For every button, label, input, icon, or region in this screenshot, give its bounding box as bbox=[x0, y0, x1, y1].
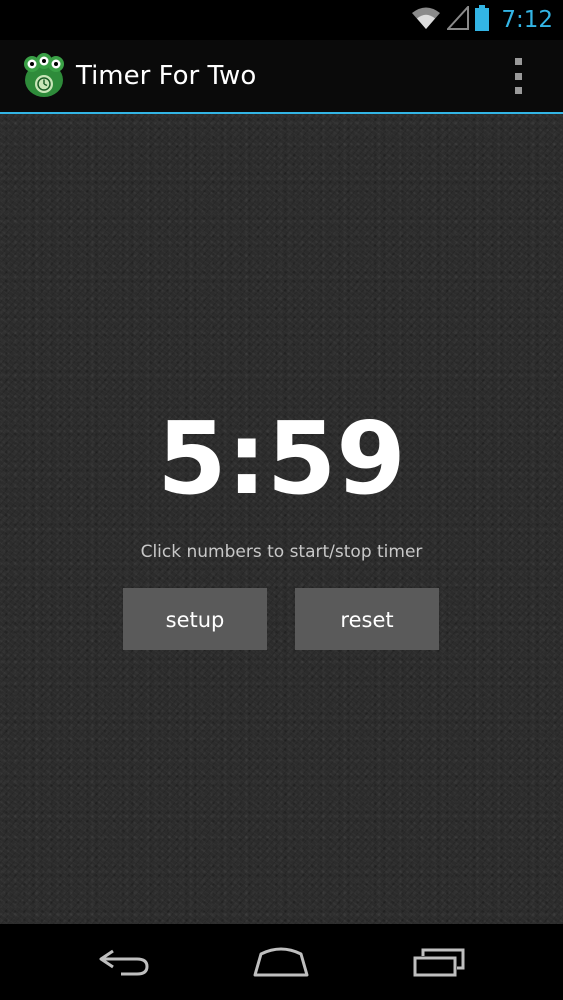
app-title: Timer For Two bbox=[76, 61, 257, 91]
timer-display[interactable]: 5:59 bbox=[0, 404, 563, 514]
back-icon[interactable] bbox=[90, 942, 160, 982]
wifi-icon bbox=[411, 5, 441, 35]
timer-hint: Click numbers to start/stop timer bbox=[140, 542, 423, 562]
signal-icon bbox=[446, 4, 470, 34]
status-bar: 7:12 bbox=[0, 0, 563, 40]
recents-icon[interactable] bbox=[404, 942, 474, 982]
setup-button[interactable]: setup bbox=[123, 588, 267, 650]
reset-button[interactable]: reset bbox=[295, 588, 439, 650]
battery-icon bbox=[475, 5, 490, 35]
overflow-dot bbox=[514, 87, 522, 94]
timer-screen: 5:59 Click numbers to start/stop timer s… bbox=[0, 114, 563, 924]
overflow-dot bbox=[514, 58, 522, 65]
action-bar: Timer For Two bbox=[0, 40, 563, 114]
overflow-menu-icon[interactable] bbox=[503, 58, 533, 94]
overflow-dot bbox=[514, 72, 522, 80]
status-clock: 7:12 bbox=[501, 7, 553, 33]
home-icon[interactable] bbox=[246, 942, 316, 982]
navigation-bar bbox=[0, 924, 563, 1000]
status-icons: 7:12 bbox=[411, 0, 553, 40]
frog-app-icon[interactable] bbox=[20, 52, 68, 100]
